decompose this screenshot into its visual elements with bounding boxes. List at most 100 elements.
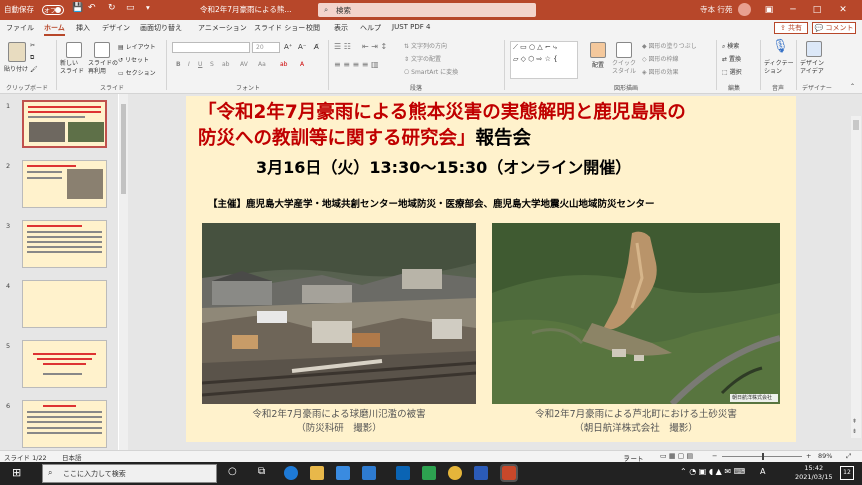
highlight-icon[interactable]: ab [280, 61, 288, 68]
minimize-icon[interactable]: ─ [784, 3, 802, 17]
quick-styles-icon[interactable] [616, 42, 632, 58]
indent-icon[interactable]: ⇤ ⇥ ↕ [362, 42, 387, 51]
smartart-button[interactable]: ⎔ SmartArt に変換 [404, 67, 458, 76]
caption-left-line2[interactable]: （防災科研 撮影） [202, 422, 476, 435]
replace-button[interactable]: ⇄ 置換 [722, 54, 741, 63]
prev-slide-icon[interactable]: ⇞ [852, 418, 857, 425]
text-direction-button[interactable]: ⇅ 文字列の方向 [404, 41, 447, 50]
zoom-in-icon[interactable]: + [806, 452, 811, 460]
share-button[interactable]: ⇪ 共有 [774, 22, 808, 34]
microphone-icon[interactable]: 🎙 [772, 39, 789, 54]
arrange-icon[interactable] [590, 42, 606, 58]
find-button[interactable]: ⌕ 検索 [722, 41, 739, 51]
designer-icon[interactable] [806, 41, 822, 57]
customize-qat-icon[interactable]: ▾ [146, 3, 150, 12]
user-name[interactable]: 寺本 行苑 [700, 4, 732, 15]
arrange-button[interactable]: 配置 [592, 60, 604, 69]
reset-button[interactable]: ↺ リセット [118, 55, 149, 64]
shadow-icon[interactable]: S [210, 61, 214, 68]
system-tray-icons[interactable]: ⌃ ◔ ▣ ◖ ▲ ✉ ⌨ [680, 467, 745, 476]
mail-icon[interactable] [362, 466, 376, 480]
strike-icon[interactable]: ab [222, 61, 230, 68]
bold-icon[interactable]: B [176, 61, 181, 68]
paste-label[interactable]: 貼り付け [4, 64, 28, 73]
slide-thumbnail-1[interactable] [22, 100, 107, 148]
quick-styles-button[interactable]: クイック スタイル [612, 60, 636, 76]
new-slide-icon[interactable] [66, 42, 82, 58]
tab-home[interactable]: ホーム [44, 23, 65, 36]
slide-thumbnail-2[interactable] [22, 160, 107, 208]
autosave-toggle[interactable]: オフ [42, 5, 64, 15]
tab-design[interactable]: デザイン [102, 23, 130, 33]
zoom-level[interactable]: 89% [818, 452, 832, 460]
tab-insert[interactable]: 挿入 [76, 23, 90, 33]
copy-icon[interactable]: ⧉ [30, 54, 34, 62]
font-grow-icon[interactable]: A⁺ [284, 43, 292, 51]
align-text-button[interactable]: ⇕ 文字の配置 [404, 54, 441, 63]
italic-icon[interactable]: I [188, 61, 190, 68]
avatar[interactable] [738, 3, 751, 16]
store-icon[interactable] [336, 466, 350, 480]
multitask-icon[interactable]: ⧉ [258, 466, 265, 477]
save-icon[interactable]: 💾 [72, 3, 83, 13]
reuse-slides-icon[interactable] [94, 42, 110, 58]
close-icon[interactable]: ✕ [834, 3, 852, 17]
undo-icon[interactable]: ↶ [88, 3, 96, 13]
slide[interactable]: 「令和2年7月豪雨による熊本災害の実態解明と鹿児島県の 防災への教訓等に関する研… [186, 96, 796, 442]
tab-file[interactable]: ファイル [6, 23, 34, 33]
slide-title-line2[interactable]: 防災への教訓等に関する研究会」報告会 [198, 126, 790, 151]
slide-thumbnail-5[interactable] [22, 340, 107, 388]
shape-outline-button[interactable]: ◇ 図形の枠線 [642, 54, 679, 63]
dictate-button[interactable]: ディクテー ション [764, 60, 794, 76]
notification-center-icon[interactable]: 12 [840, 466, 854, 480]
view-buttons-icon[interactable]: ▭ ▦ ▢ ▤ [660, 452, 693, 460]
tab-animations[interactable]: アニメーション [198, 23, 247, 33]
cut-icon[interactable]: ✂ [30, 42, 35, 49]
photo-flood-damage[interactable] [202, 223, 476, 404]
tab-slideshow[interactable]: スライド ショー [254, 23, 305, 33]
font-shrink-icon[interactable]: A⁻ [298, 43, 306, 51]
shape-fill-button[interactable]: ◆ 図形の塗りつぶし [642, 41, 697, 50]
language-status[interactable]: 日本語 [62, 452, 82, 462]
tab-view[interactable]: 表示 [334, 23, 348, 33]
caption-left-line1[interactable]: 令和2年7月豪雨による球磨川氾濫の被害 [202, 408, 476, 421]
slide-thumbnail-3[interactable] [22, 220, 107, 268]
powerpoint-icon[interactable] [500, 464, 518, 482]
zoom-out-icon[interactable]: − [712, 452, 717, 460]
shapes-gallery[interactable]: ⟋ ▭ ○ △ ⌐ ⤷ ▱ ◇ ⬡ ⇨ ☆ { [510, 41, 578, 79]
fit-to-window-icon[interactable]: ⤢ [846, 452, 851, 461]
layout-button[interactable]: ▤ レイアウト [118, 42, 156, 51]
design-ideas-button[interactable]: デザイン アイデア [800, 60, 824, 76]
organizers[interactable]: 【主催】鹿児島大学産学・地域共創センター地域防災・医療部会、鹿児島大学地震火山地… [208, 196, 655, 210]
slide-thumbnail-4[interactable] [22, 280, 107, 328]
underline-icon[interactable]: U [198, 61, 202, 68]
excel-icon[interactable] [422, 466, 436, 480]
tab-transitions[interactable]: 画面切り替え [140, 23, 182, 33]
select-button[interactable]: ⬚ 選択 [722, 67, 742, 76]
bullets-icon[interactable]: ☰ ☷ [334, 42, 351, 51]
zoom-slider[interactable] [722, 453, 802, 460]
event-date[interactable]: 3月16日（火）13:30〜15:30（オンライン開催） [256, 154, 631, 178]
search-box[interactable]: ⌕ 検索 [318, 3, 536, 17]
spacing-icon[interactable]: AV [240, 61, 248, 68]
word-icon[interactable] [474, 466, 488, 480]
tab-review[interactable]: 校閲 [306, 23, 320, 33]
slide-scrollbar[interactable]: ⇞ ⇟ [851, 116, 861, 438]
case-icon[interactable]: Aa [258, 61, 266, 68]
paste-icon[interactable] [8, 42, 26, 62]
edge-icon[interactable] [284, 466, 298, 480]
slide-thumbnail-6[interactable] [22, 400, 107, 448]
reuse-slides-button[interactable]: スライドの 再利用 [88, 60, 118, 76]
caption-right-line2[interactable]: （朝日航洋株式会社 撮影） [492, 422, 780, 435]
taskbar-search[interactable]: ⌕ ここに入力して検索 [42, 464, 217, 483]
section-button[interactable]: ▭ セクション [118, 68, 156, 77]
tab-justpdf[interactable]: JUST PDF 4 [392, 23, 430, 31]
windows-start-icon[interactable]: ⊞ [12, 466, 21, 479]
clock[interactable]: 15:42 2021/03/15 [795, 464, 832, 482]
ime-indicator[interactable]: A [760, 467, 765, 476]
collapse-ribbon-icon[interactable]: ⌃ [850, 83, 855, 90]
new-slide-button[interactable]: 新しい スライド [60, 60, 84, 76]
task-view-icon[interactable]: ○ [228, 466, 237, 477]
font-color-icon[interactable]: A [300, 61, 304, 68]
clear-format-icon[interactable]: A̸ [314, 43, 319, 51]
